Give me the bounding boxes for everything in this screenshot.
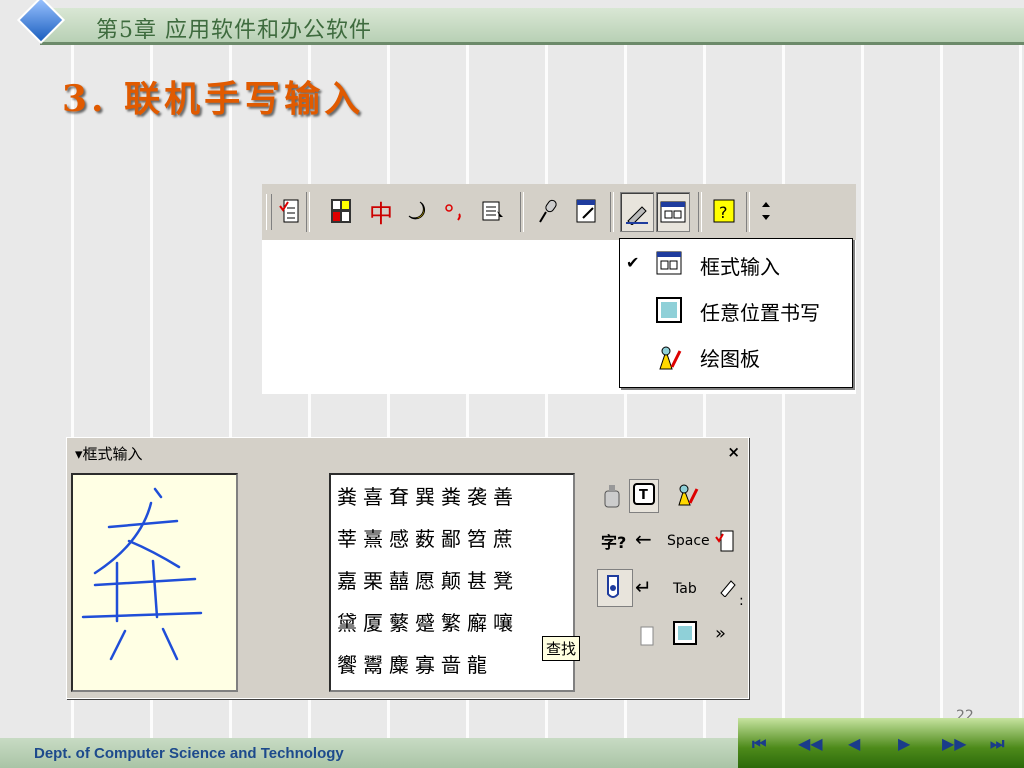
svg-text:T: T [639,488,648,503]
handwriting-strokes [81,487,203,661]
close-button[interactable]: × [727,443,740,461]
ime-toolbar-screenshot: 中 ? ✔ 框式输入 任意位置书写 绘图板 [262,184,856,394]
menu-item-drawing-board[interactable]: 绘图板 [620,335,852,379]
punct-icon[interactable] [442,196,468,226]
candidate-row[interactable]: 粪喜耷巽粪袭善 [337,481,519,523]
half-moon-icon[interactable] [404,196,430,226]
candidate-row[interactable]: 黛厦蘩蹙繁廨嚷 [337,607,519,649]
checklist-icon[interactable] [276,196,302,226]
space-button[interactable]: Space [667,533,710,549]
next-slide-button[interactable]: ▶ [898,734,910,753]
backspace-arrow-icon[interactable]: ← [635,527,652,551]
chapter-title: 第5章 应用软件和办公软件 [96,18,372,43]
panel-title[interactable]: ▾框式输入 [75,443,143,464]
anywhere-write-icon [656,297,682,323]
menu-item-label: 框式输入 [700,255,780,279]
tab-pen-icon[interactable] [597,569,633,607]
check-icon: ✔ [626,253,640,272]
menu-item-label: 绘图板 [700,347,760,371]
prev-slide-button[interactable]: ◀ [848,734,860,753]
footer-bar: Dept. of Computer Science and Technology [0,738,740,768]
text-mode-icon[interactable]: T [629,479,659,513]
first-slide-button[interactable]: ⏮ [752,734,766,754]
toolbar-grip[interactable] [266,194,272,230]
toolbar-separator [610,192,614,232]
candidate-row[interactable]: 饗鬻麋寡啬龍 [337,649,493,691]
menu-item-frame-input[interactable]: ✔ 框式输入 [620,243,852,287]
svg-text:?: ? [719,203,728,222]
candidate-row[interactable]: 莘熹感薮鄙笤蔗 [337,523,519,565]
eraser-bottle-icon[interactable] [601,483,623,513]
tab-button[interactable]: Tab [673,581,697,597]
enter-arrow-icon[interactable]: ↵ [635,575,652,599]
help-book-icon[interactable] [480,196,506,226]
last-slide-button[interactable]: ⏭ [990,734,1004,754]
ime-toolbar: 中 ? [262,184,856,240]
menu-item-label: 任意位置书写 [700,301,820,325]
scroll-arrows-icon[interactable] [754,196,778,226]
drawing-board-icon[interactable] [675,481,699,511]
frame-input-icon[interactable] [656,192,690,232]
slide-title: 3. 联机手写输入 [62,78,365,120]
handwriting-pen-icon[interactable] [620,192,654,232]
panel-controls: T 字? ← Space ↵ Tab : » [595,473,745,693]
tooltip: 查找 [542,636,581,661]
mic-icon[interactable] [534,196,560,226]
frame-input-icon [656,251,682,277]
candidate-row[interactable]: 嘉栗囍愿颠甚凳 [337,565,519,607]
zi-query-icon[interactable]: 字? [601,529,626,553]
input-mode-menu: ✔ 框式输入 任意位置书写 绘图板 [619,238,853,388]
punct-icon: : [739,593,744,609]
next-section-button[interactable]: ▶▶ [942,734,967,753]
slide-nav: ⏮ ◀◀ ◀ ▶ ▶▶ ⏭ [738,718,1024,768]
frame-input-panel: ▾框式输入 × 粪喜耷巽粪袭善 莘熹感薮鄙笤蔗 嘉栗囍愿颠甚凳 黛厦蘩蹙繁廨嚷 … [66,437,749,699]
drawing-board-icon [656,343,682,370]
footer-dept: Dept. of Computer Science and Technology [34,745,344,762]
candidate-list: 粪喜耷巽粪袭善 莘熹感薮鄙笤蔗 嘉栗囍愿颠甚凳 黛厦蘩蹙繁廨嚷 饗鬻麋寡啬龍 [329,473,575,692]
anywhere-write-icon[interactable] [673,621,697,649]
more-button[interactable]: » [715,623,726,644]
softkey-icon[interactable] [328,196,354,226]
handwriting-pad[interactable] [71,473,238,692]
clipboard-icon[interactable] [637,623,657,651]
checklist-icon[interactable] [715,529,735,557]
zhong-icon[interactable]: 中 [368,196,394,228]
panel-titlebar: ▾框式输入 × [67,438,748,468]
prev-section-button[interactable]: ◀◀ [798,734,823,753]
eraser-icon[interactable] [717,577,737,601]
toolbar-separator [746,192,750,232]
help-icon[interactable]: ? [712,196,738,226]
toolbar-separator [306,192,310,232]
menu-item-anywhere-writing[interactable]: 任意位置书写 [620,289,852,333]
toolbar-separator [698,192,702,232]
toolbar-separator [520,192,524,232]
notepad-pen-icon[interactable] [574,196,600,226]
